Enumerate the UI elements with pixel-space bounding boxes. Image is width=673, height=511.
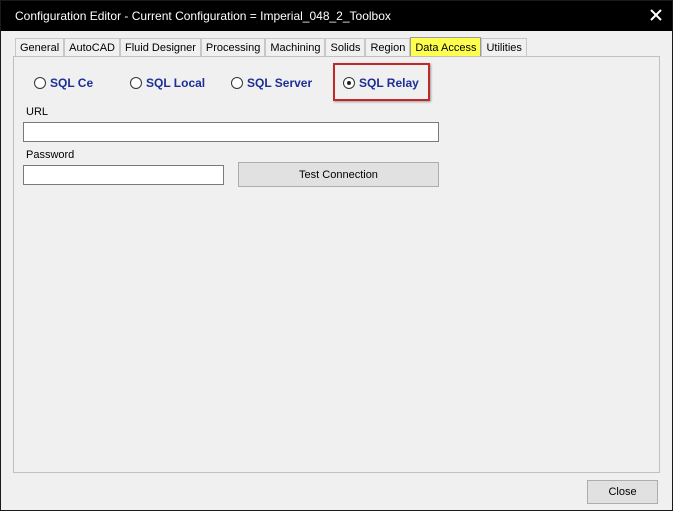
- tab-label: General: [20, 42, 60, 54]
- tab-label: Machining: [270, 42, 321, 54]
- configuration-editor-window: Configuration Editor - Current Configura…: [0, 0, 673, 511]
- radio-label: SQL Server: [247, 76, 313, 90]
- tab-general[interactable]: General: [15, 38, 65, 57]
- title-bar[interactable]: Configuration Editor - Current Configura…: [1, 1, 672, 31]
- tab-label: Processing: [205, 42, 261, 54]
- window-close-icon[interactable]: [646, 5, 666, 25]
- close-button-label: Close: [608, 486, 637, 498]
- test-connection-button[interactable]: Test Connection: [238, 162, 439, 187]
- tab-label: Data Access: [415, 42, 477, 54]
- tab-utilities[interactable]: Utilities: [481, 38, 527, 57]
- tab-fluid-designer[interactable]: Fluid Designer: [120, 38, 201, 57]
- url-input[interactable]: [23, 122, 439, 142]
- tab-region[interactable]: Region: [365, 38, 411, 57]
- data-access-panel: SQL Ce SQL Local SQL Server SQL Relay UR…: [13, 56, 660, 473]
- radio-sql-local[interactable]: SQL Local: [130, 75, 205, 91]
- radio-sql-ce[interactable]: SQL Ce: [34, 75, 93, 91]
- radio-unchecked-icon: [130, 77, 142, 89]
- tab-label: Solids: [330, 42, 361, 54]
- radio-label: SQL Ce: [50, 76, 94, 90]
- close-button[interactable]: Close: [587, 480, 658, 504]
- radio-label: SQL Local: [146, 76, 206, 90]
- selection-highlight-box: [333, 63, 430, 101]
- tab-strip: General AutoCAD Fluid Designer Processin…: [15, 37, 527, 58]
- tab-label: Fluid Designer: [125, 42, 196, 54]
- tab-machining[interactable]: Machining: [265, 38, 326, 57]
- tab-label: Utilities: [486, 42, 522, 54]
- tab-label: AutoCAD: [69, 42, 115, 54]
- url-label: URL: [26, 106, 49, 118]
- radio-sql-server[interactable]: SQL Server: [231, 75, 312, 91]
- tab-label: Region: [370, 42, 406, 54]
- window-title: Configuration Editor - Current Configura…: [15, 9, 391, 23]
- tab-solids[interactable]: Solids: [325, 38, 366, 57]
- tab-processing[interactable]: Processing: [200, 38, 266, 57]
- radio-unchecked-icon: [34, 77, 46, 89]
- tab-autocad[interactable]: AutoCAD: [64, 38, 120, 57]
- password-label: Password: [26, 149, 75, 161]
- test-connection-label: Test Connection: [299, 168, 378, 181]
- tab-data-access[interactable]: Data Access: [410, 37, 482, 58]
- password-input[interactable]: [23, 165, 224, 185]
- radio-unchecked-icon: [231, 77, 243, 89]
